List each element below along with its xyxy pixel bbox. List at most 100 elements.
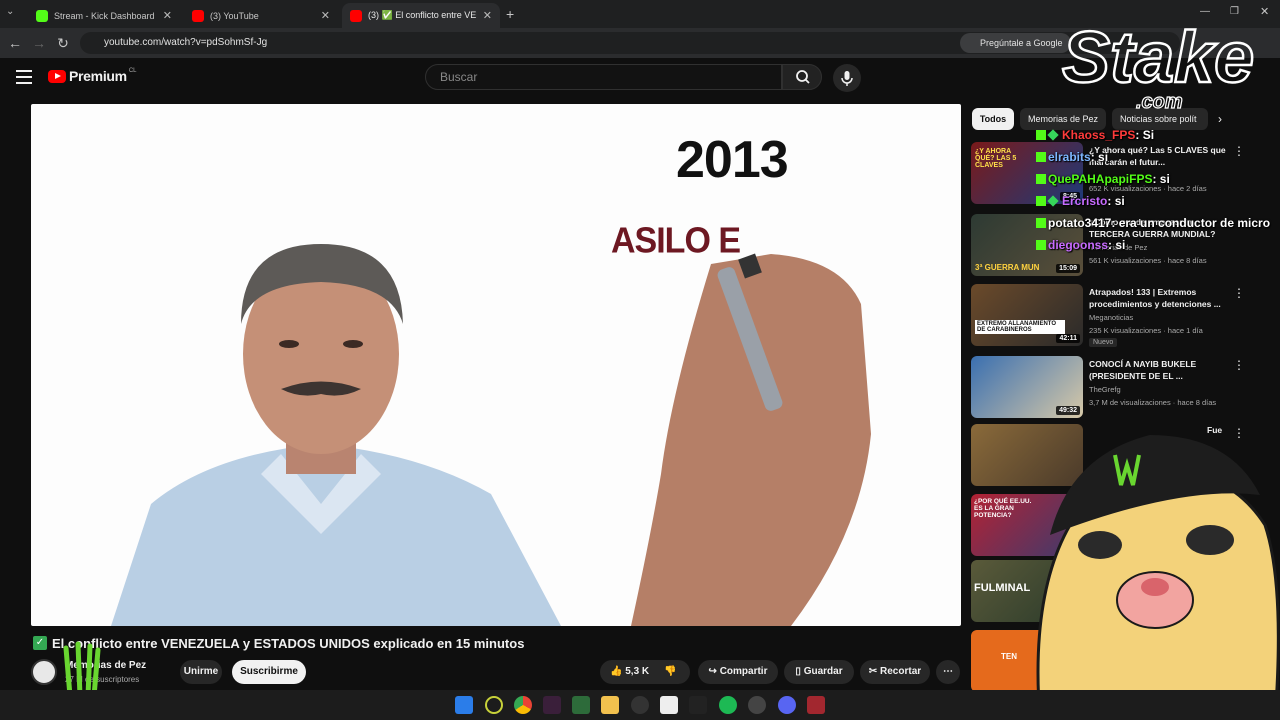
search-placeholder: Buscar — [440, 70, 478, 84]
app-icon[interactable] — [543, 696, 561, 714]
voice-search-button[interactable] — [833, 64, 861, 92]
join-button[interactable]: Unirme — [180, 660, 222, 684]
chat-user: elrabits — [1048, 150, 1091, 164]
tab-kick-dashboard[interactable]: Stream - Kick Dashboard ✕ — [28, 3, 180, 28]
like-button[interactable]: 👍 5,3 K 👎 — [600, 660, 690, 684]
kick-icon — [1036, 240, 1046, 250]
obs-icon[interactable] — [631, 696, 649, 714]
app-icon[interactable] — [807, 696, 825, 714]
bookmark-icon: ▯ — [795, 666, 804, 677]
tab-search-button[interactable]: ⌄ — [6, 6, 20, 20]
thumb-text: 3ª GUERRA MUN — [975, 263, 1040, 272]
video-thumbnail[interactable]: 49:32 — [971, 356, 1083, 418]
stake-suffix-text: .com — [1136, 91, 1183, 110]
share-button[interactable]: ↪ Compartir — [698, 660, 778, 684]
ask-google-button[interactable]: Pregúntale a Google — [960, 33, 1071, 53]
more-actions-button[interactable]: ⋯ — [936, 660, 960, 684]
kick-icon — [1036, 174, 1046, 184]
forward-icon[interactable]: → — [30, 34, 48, 52]
scissors-icon: ✂ — [868, 666, 881, 677]
windows-taskbar — [0, 690, 1280, 720]
chip-channel[interactable]: Memorias de Pez — [1020, 108, 1107, 130]
chat-user: QuePAHApapiFPS — [1048, 172, 1153, 186]
search-button[interactable] — [782, 64, 822, 90]
thumb-text: ¿POR QUÉ EE.UU. ES LA GRAN POTENCIA? — [974, 498, 1032, 519]
chat-text: : era un conductor de micro — [1111, 216, 1271, 230]
clip-button[interactable]: ✂ Recortar — [860, 660, 930, 684]
chrome-icon[interactable] — [514, 696, 532, 714]
stake-logo-overlay: Stake .com — [1061, 17, 1256, 110]
back-icon[interactable]: ← — [6, 34, 24, 52]
chat-message: diegoonss: si — [1036, 238, 1125, 258]
badge-icon — [1047, 195, 1059, 207]
save-label: Guardar — [803, 666, 843, 677]
close-icon[interactable]: ✕ — [321, 9, 330, 22]
share-icon: ↪ — [708, 666, 720, 677]
chat-text: : Si — [1135, 128, 1155, 142]
clip-label: Recortar — [880, 666, 922, 677]
new-tab-button[interactable]: + — [506, 6, 514, 22]
more-vert-icon[interactable]: ⋮ — [1233, 286, 1245, 300]
discord-icon[interactable] — [778, 696, 796, 714]
tab-youtube-home[interactable]: (3) YouTube ✕ — [184, 3, 338, 28]
like-count: 5,3 K — [625, 666, 650, 677]
app-icon[interactable] — [572, 696, 590, 714]
app-icon[interactable] — [660, 696, 678, 714]
subscribe-button[interactable]: Suscribirme — [232, 660, 306, 684]
list-item[interactable]: EXTREMO ALLANAMIENTO DE CARABINEROS 42:1… — [971, 284, 1271, 348]
youtube-icon — [350, 9, 362, 22]
thumbs-up-icon: 👍 — [610, 666, 626, 677]
tab-label: (3) ✅ El conflicto entre VENEZU — [368, 10, 477, 20]
youtube-premium-logo[interactable]: Premium CL — [48, 68, 136, 84]
kick-icon — [1036, 130, 1046, 140]
spotify-icon[interactable] — [719, 696, 737, 714]
stake-brand-text: Stake — [1062, 18, 1254, 98]
chip-all[interactable]: Todos — [972, 108, 1014, 130]
chat-text: : si — [1152, 172, 1170, 186]
chat-message: potato3417: era un conductor de micro — [1036, 216, 1270, 236]
rec-channel: TheGrefg — [1089, 385, 1121, 394]
tab-video[interactable]: (3) ✅ El conflicto entre VENEZU ✕ — [342, 3, 500, 28]
more-vert-icon[interactable]: ⋮ — [1233, 144, 1245, 158]
menu-icon[interactable] — [16, 70, 32, 84]
overlay-year: 2013 — [676, 131, 789, 189]
chevron-right-icon[interactable]: › — [1218, 112, 1222, 126]
person-illustration — [111, 244, 561, 626]
avatar[interactable] — [31, 659, 57, 685]
chat-text: : si — [1090, 150, 1109, 164]
list-item[interactable]: 49:32 CONOCÍ A NAYIB BUKELE (PRESIDENTE … — [971, 356, 1271, 420]
drawing-hand-illustration — [631, 253, 871, 626]
check-emoji-icon: ✓ — [33, 636, 47, 650]
reload-icon[interactable]: ↻ — [54, 34, 72, 52]
mic-icon — [841, 71, 853, 86]
ask-google-label: Pregúntale a Google — [980, 38, 1063, 48]
close-icon[interactable]: ✕ — [483, 9, 492, 22]
close-window-button[interactable]: ✕ — [1260, 5, 1269, 18]
app-icon[interactable] — [689, 696, 707, 714]
folder-icon[interactable] — [601, 696, 619, 714]
rec-title: Atrapados! 133 | Extremos procedimientos… — [1089, 287, 1221, 309]
video-title: El conflicto entre VENEZUELA y ESTADOS U… — [52, 636, 525, 651]
search-input[interactable]: Buscar — [425, 64, 782, 90]
video-player[interactable]: 2013 ASILO E — [31, 104, 961, 626]
steam-icon[interactable] — [748, 696, 766, 714]
more-vert-icon[interactable]: ⋮ — [1233, 358, 1245, 372]
new-badge: Nuevo — [1089, 338, 1118, 347]
video-thumbnail[interactable]: EXTREMO ALLANAMIENTO DE CARABINEROS 42:1… — [971, 284, 1083, 346]
logo-text: Premium — [69, 68, 127, 84]
rec-title: CONOCÍ A NAYIB BUKELE (PRESIDENTE DE EL … — [1089, 359, 1197, 381]
tab-label: Stream - Kick Dashboard — [54, 10, 155, 21]
duration-badge: 42:11 — [1056, 334, 1080, 343]
share-label: Compartir — [719, 666, 768, 677]
close-icon[interactable]: ✕ — [163, 9, 172, 22]
save-button[interactable]: ▯ Guardar — [784, 660, 854, 684]
badge-icon — [1047, 129, 1059, 141]
thumbs-down-icon[interactable]: 👎 — [664, 660, 676, 684]
windows-start-icon[interactable] — [455, 696, 473, 714]
opera-icon[interactable] — [485, 696, 503, 714]
cat-avatar-overlay — [1036, 435, 1280, 720]
country-code: CL — [128, 68, 137, 74]
chip-news[interactable]: Noticias sobre polít — [1112, 108, 1208, 130]
url-text: youtube.com/watch?v=pdSohmSf-Jg — [104, 37, 268, 48]
chat-text: : si — [1108, 238, 1126, 252]
